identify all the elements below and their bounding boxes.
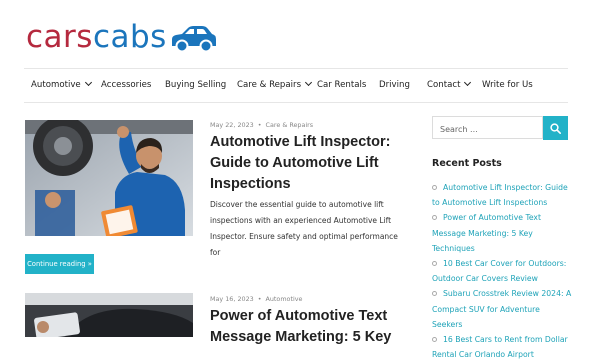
post-excerpt: Discover the essential guide to automoti… <box>210 200 398 257</box>
post-category-link[interactable]: Automotive <box>265 295 302 303</box>
post-meta: May 22, 2023 • Care & Repairs <box>210 121 314 129</box>
search-field <box>432 116 543 140</box>
nav-item-accessories[interactable]: Accessories <box>101 69 151 102</box>
car-icon <box>171 26 216 53</box>
nav-item-write-for-us[interactable]: Write for Us <box>482 69 533 102</box>
search-input[interactable] <box>433 119 542 140</box>
nav-label: Care & Repairs <box>237 80 302 90</box>
continue-reading-button[interactable]: Continue reading » <box>25 254 94 274</box>
nav-label: Buying Selling <box>165 80 227 90</box>
list-item: Subaru Crosstrek Review 2024: A Compact … <box>432 286 572 332</box>
chevron-down-icon <box>84 78 92 87</box>
recent-posts-list: Automotive Lift Inspector: Guide to Auto… <box>432 180 572 362</box>
main-nav: Automotive Accessories Buying Selling Ca… <box>24 68 568 103</box>
list-item: Automotive Lift Inspector: Guide to Auto… <box>432 180 572 210</box>
nav-item-contact[interactable]: Contact <box>427 69 472 102</box>
nav-label: Contact <box>427 80 461 90</box>
nav-item-car-rentals[interactable]: Car Rentals <box>317 69 366 102</box>
list-item: Power of Automotive Text Message Marketi… <box>432 210 572 256</box>
nav-item-care-repairs[interactable]: Care & Repairs <box>237 69 313 102</box>
list-item: 10 Best Car Cover for Outdoors: Outdoor … <box>432 256 572 286</box>
nav-item-driving[interactable]: Driving <box>379 69 410 102</box>
chevron-down-icon <box>305 78 313 87</box>
recent-post-link[interactable]: Power of Automotive Text Message Marketi… <box>432 213 541 252</box>
nav-label: Write for Us <box>482 80 533 90</box>
recent-posts-heading: Recent Posts <box>432 158 502 169</box>
recent-post-link[interactable]: 16 Best Cars to Rent from Dollar Rental … <box>432 335 568 359</box>
nav-label: Automotive <box>31 80 81 90</box>
post-date: May 16, 2023 <box>210 295 254 303</box>
recent-post-link[interactable]: Automotive Lift Inspector: Guide to Auto… <box>432 183 568 207</box>
search-icon <box>550 123 561 134</box>
post-date: May 22, 2023 <box>210 121 254 129</box>
post-thumbnail[interactable] <box>25 293 193 337</box>
search-button[interactable] <box>543 116 568 140</box>
logo-text-cars: cars <box>26 19 93 55</box>
nav-label: Accessories <box>101 80 152 90</box>
nav-item-automotive[interactable]: Automotive <box>31 69 92 102</box>
nav-item-buying-selling[interactable]: Buying Selling <box>165 69 226 102</box>
post-thumbnail[interactable] <box>25 120 193 236</box>
site-logo[interactable]: cars cabs <box>26 19 217 53</box>
recent-post-link[interactable]: Subaru Crosstrek Review 2024: A Compact … <box>432 289 571 328</box>
nav-label: Car Rentals <box>317 80 367 90</box>
mechanic-image <box>25 120 193 236</box>
car-interior-image <box>25 293 193 337</box>
recent-post-link[interactable]: 10 Best Car Cover for Outdoors: Outdoor … <box>432 259 566 283</box>
chevron-down-icon <box>464 78 472 87</box>
post-title-link[interactable]: Power of Automotive Text Message Marketi… <box>210 306 400 348</box>
logo-text-cabs: cabs <box>92 19 167 55</box>
post-meta: May 16, 2023 • Automotive <box>210 295 303 303</box>
post-title-link[interactable]: Automotive Lift Inspector: Guide to Auto… <box>210 132 400 195</box>
post-category-link[interactable]: Care & Repairs <box>265 121 313 129</box>
nav-label: Driving <box>379 80 410 90</box>
